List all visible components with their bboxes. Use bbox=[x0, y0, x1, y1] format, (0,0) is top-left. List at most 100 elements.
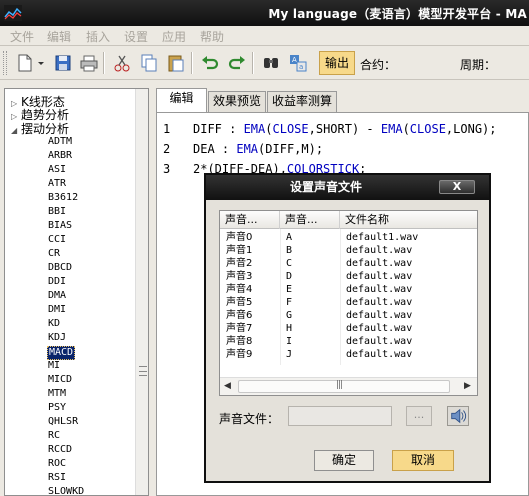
dropdown-arrow-icon[interactable] bbox=[35, 52, 47, 74]
toolbar: A a bbox=[0, 46, 529, 80]
cell-key: I bbox=[286, 336, 293, 347]
tree-item-bbi[interactable]: BBI bbox=[47, 206, 67, 218]
collapse-arrow-icon[interactable]: ◢ bbox=[11, 126, 21, 135]
scroll-right-icon[interactable]: ▶ bbox=[464, 381, 471, 391]
menu-settings[interactable]: 设置 bbox=[124, 28, 148, 45]
speaker-icon[interactable] bbox=[447, 406, 469, 426]
cell-name: 声音5 bbox=[226, 297, 253, 308]
tree-item-psy[interactable]: PSY bbox=[47, 402, 67, 414]
formula-list-icon[interactable] bbox=[260, 52, 282, 74]
tree-item-dbcd[interactable]: DBCD bbox=[47, 262, 73, 274]
cell-key: E bbox=[286, 284, 293, 295]
tab-yield-test[interactable]: 收益率测算 bbox=[267, 91, 337, 112]
tree-item-rc[interactable]: RC bbox=[47, 430, 61, 442]
tree-item-macd[interactable]: MACD bbox=[47, 346, 76, 360]
cell-file: default.wav bbox=[346, 336, 413, 347]
tree-item-adtm[interactable]: ADTM bbox=[47, 136, 73, 148]
list-hscrollbar[interactable]: ◀ ▶ bbox=[220, 377, 477, 395]
menu-help[interactable]: 帮助 bbox=[200, 28, 224, 45]
tree-item-atr[interactable]: ATR bbox=[47, 178, 67, 190]
cell-name: 声音9 bbox=[226, 349, 253, 360]
column-header-sound[interactable]: 声音... bbox=[220, 211, 280, 229]
output-button[interactable]: 输出 bbox=[319, 51, 355, 75]
code-line: 2 DEA : EMA(DIFF,M); bbox=[163, 142, 323, 156]
tree-item-ddi[interactable]: DDI bbox=[47, 276, 67, 288]
menu-bar: 文件 编辑 插入 设置 应用 帮助 bbox=[0, 26, 529, 46]
line-number: 3 bbox=[163, 162, 171, 176]
line-number: 1 bbox=[163, 122, 171, 136]
tree-item-arbr[interactable]: ARBR bbox=[47, 150, 73, 162]
code-text: DEA : EMA(DIFF,M); bbox=[193, 142, 324, 156]
scroll-left-icon[interactable]: ◀ bbox=[224, 381, 231, 391]
tab-preview[interactable]: 效果预览 bbox=[208, 91, 266, 112]
indicator-tree[interactable]: ▷ K线形态 ▷ 趋势分析 ◢ 摆动分析 ADTM ARBR ASI ATR B3612 BBI… bbox=[4, 88, 149, 496]
new-file-icon[interactable] bbox=[14, 52, 36, 74]
list-row[interactable]: 声音2 Cdefault.wav bbox=[220, 257, 477, 270]
tree-group-oscillator[interactable]: ◢ 摆动分析 bbox=[11, 120, 69, 137]
sound-file-field[interactable] bbox=[288, 406, 392, 426]
scrollbar-thumb[interactable] bbox=[238, 380, 450, 393]
list-row[interactable]: 声音4 Edefault.wav bbox=[220, 283, 477, 296]
scrollbar-grip[interactable] bbox=[139, 366, 147, 376]
tree-item-asi[interactable]: ASI bbox=[47, 164, 67, 176]
undo-icon[interactable] bbox=[199, 52, 221, 74]
tree-item-qhlsr[interactable]: QHLSR bbox=[47, 416, 79, 428]
contract-label: 合约： bbox=[360, 58, 397, 72]
save-icon[interactable] bbox=[52, 52, 74, 74]
tree-item-bias[interactable]: BIAS bbox=[47, 220, 73, 232]
tab-edit[interactable]: 编辑 bbox=[156, 88, 207, 112]
paste-icon[interactable] bbox=[165, 52, 187, 74]
menu-file[interactable]: 文件 bbox=[10, 28, 34, 45]
list-row[interactable]: 声音0 Adefault1.wav bbox=[220, 231, 477, 244]
list-row[interactable]: 声音8 Idefault.wav bbox=[220, 335, 477, 348]
list-row[interactable]: 声音9 Jdefault.wav bbox=[220, 348, 477, 361]
tree-item-rsi[interactable]: RSI bbox=[47, 472, 67, 484]
tree-item-slowkd[interactable]: SLOWKD bbox=[47, 486, 85, 495]
close-button[interactable]: X bbox=[439, 180, 475, 194]
tree-item-micd[interactable]: MICD bbox=[47, 374, 73, 386]
tree-item-cr[interactable]: CR bbox=[47, 248, 61, 260]
cell-key: C bbox=[286, 258, 293, 269]
list-row[interactable]: 声音5 Fdefault.wav bbox=[220, 296, 477, 309]
sound-list[interactable]: 声音... 声音... 文件名称 声音0 Adefault1.wav 声音1 Bdef… bbox=[219, 210, 478, 396]
dialog-title-bar[interactable]: 设置声音文件 X bbox=[206, 175, 489, 200]
list-row[interactable]: 声音3 Ddefault.wav bbox=[220, 270, 477, 283]
cancel-button[interactable]: 取消 bbox=[392, 450, 454, 471]
cell-key: B bbox=[286, 245, 293, 256]
cell-file: default.wav bbox=[346, 349, 413, 360]
tree-item-mi[interactable]: MI bbox=[47, 360, 61, 372]
list-row[interactable]: 声音7 Hdefault.wav bbox=[220, 322, 477, 335]
tree-item-dma[interactable]: DMA bbox=[47, 290, 67, 302]
tree-item-mtm[interactable]: MTM bbox=[47, 388, 67, 400]
tree-item-kd[interactable]: KD bbox=[47, 318, 61, 330]
translate-icon[interactable]: A a bbox=[287, 52, 309, 74]
redo-icon[interactable] bbox=[226, 52, 248, 74]
tree-item-roc[interactable]: ROC bbox=[47, 458, 67, 470]
sound-file-dialog: 设置声音文件 X 声音... 声音... 文件名称 声音0 Adefault1.w… bbox=[204, 173, 491, 483]
cell-name: 声音7 bbox=[226, 323, 253, 334]
cell-file: default.wav bbox=[346, 310, 413, 321]
cut-icon[interactable] bbox=[111, 52, 133, 74]
menu-apps[interactable]: 应用 bbox=[162, 28, 186, 45]
cell-name: 声音6 bbox=[226, 310, 253, 321]
list-row[interactable]: 声音6 Gdefault.wav bbox=[220, 309, 477, 322]
cell-key: G bbox=[286, 310, 293, 321]
toolbar-separator bbox=[191, 52, 193, 74]
column-header-key[interactable]: 声音... bbox=[280, 211, 340, 229]
tree-item-rccd[interactable]: RCCD bbox=[47, 444, 73, 456]
tree-item-dmi[interactable]: DMI bbox=[47, 304, 67, 316]
copy-icon[interactable] bbox=[138, 52, 160, 74]
list-row[interactable]: 声音1 Bdefault.wav bbox=[220, 244, 477, 257]
tree-scrollbar[interactable] bbox=[135, 89, 148, 495]
ok-button[interactable]: 确定 bbox=[314, 450, 374, 471]
tree-item-b3612[interactable]: B3612 bbox=[47, 192, 79, 204]
browse-button[interactable]: ... bbox=[406, 406, 432, 426]
menu-insert[interactable]: 插入 bbox=[86, 28, 110, 45]
print-icon[interactable] bbox=[78, 52, 100, 74]
menu-edit[interactable]: 编辑 bbox=[47, 28, 71, 45]
tree-item-cci[interactable]: CCI bbox=[47, 234, 67, 246]
toolbar-grip[interactable] bbox=[3, 51, 7, 75]
title-bar[interactable]: My language（麦语言）模型开发平台 - MA bbox=[0, 0, 529, 26]
column-header-filename[interactable]: 文件名称 bbox=[340, 211, 477, 229]
tree-item-kdj[interactable]: KDJ bbox=[47, 332, 67, 344]
